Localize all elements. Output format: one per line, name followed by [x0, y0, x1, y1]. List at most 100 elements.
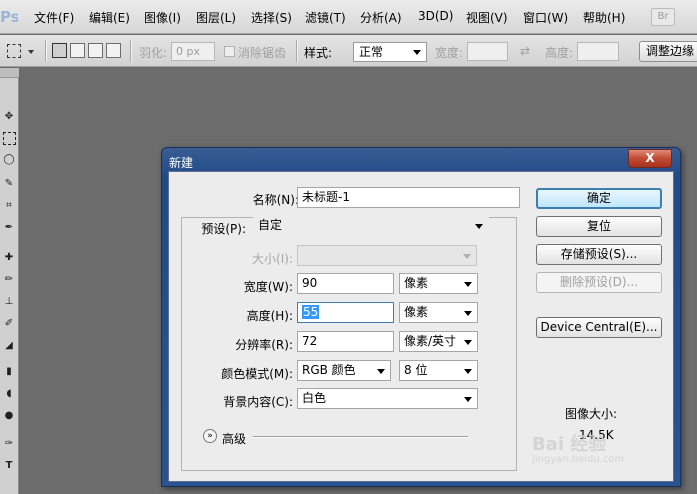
- gradient-tool-icon[interactable]: ▮: [1, 364, 17, 380]
- lasso-tool-icon[interactable]: ◯: [1, 152, 17, 168]
- background-contents-label: 背景内容(C):: [223, 395, 293, 409]
- healing-brush-tool-icon[interactable]: ✚: [1, 250, 17, 266]
- bit-depth-value: 8 位: [404, 363, 428, 377]
- photoshop-logo: Ps: [0, 8, 18, 26]
- height-input-value: 55: [302, 305, 320, 319]
- height-label: 高度(H):: [246, 309, 293, 323]
- type-tool-icon[interactable]: T: [1, 458, 17, 474]
- chevron-down-icon: [413, 50, 421, 55]
- reset-button[interactable]: 复位: [536, 216, 662, 237]
- menu-layer[interactable]: 图层(L): [196, 9, 236, 26]
- watermark: Bai 经验 jingyan.baidu.com: [532, 430, 624, 465]
- menu-image[interactable]: 图像(I): [144, 9, 181, 26]
- antialias-checkbox[interactable]: [224, 46, 235, 57]
- chevron-down-icon: [464, 282, 472, 287]
- style-label: 样式:: [304, 46, 333, 60]
- menu-help[interactable]: 帮助(H): [583, 9, 625, 26]
- menu-select[interactable]: 选择(S): [251, 9, 292, 26]
- chevron-down-icon: [475, 224, 483, 229]
- antialias-label: 消除锯齿: [238, 46, 287, 60]
- feather-input[interactable]: 0 px: [171, 42, 215, 61]
- marquee-tool-icon[interactable]: [7, 44, 21, 58]
- resolution-input[interactable]: 72: [297, 331, 394, 352]
- brush-tool-icon[interactable]: ✏: [1, 272, 17, 288]
- width-label: 宽度:: [435, 46, 464, 60]
- image-size-label: 图像大小:: [565, 407, 618, 421]
- chevron-down-icon: [464, 369, 472, 374]
- eyedropper-tool-icon[interactable]: ✒: [1, 220, 17, 236]
- refine-edge-button[interactable]: 调整边缘: [639, 41, 697, 62]
- menu-window[interactable]: 窗口(W): [523, 9, 568, 26]
- menu-filter[interactable]: 滤镜(T): [305, 9, 346, 26]
- ok-button[interactable]: 确定: [536, 188, 662, 209]
- width-unit-select[interactable]: 像素: [399, 273, 478, 294]
- chevron-down-icon: [464, 340, 472, 345]
- tools-panel: ✥ ◯ ✎ ⌗ ✒ ✚ ✏ ⊥ ✐ ◢ ▮ ◖ ● ✑ T: [0, 68, 19, 494]
- advanced-label[interactable]: 高级: [222, 430, 246, 447]
- height-unit-select[interactable]: 像素: [399, 302, 478, 323]
- intersect-selection-icon[interactable]: [106, 43, 121, 58]
- background-contents-value: 白色: [302, 391, 327, 405]
- watermark-url: jingyan.baidu.com: [532, 454, 625, 465]
- background-contents-select[interactable]: 白色: [297, 388, 478, 409]
- watermark-text: Bai 经验: [532, 434, 607, 455]
- panel-grip[interactable]: [0, 68, 19, 78]
- menu-analysis[interactable]: 分析(A): [360, 9, 402, 26]
- width-input[interactable]: [467, 42, 508, 61]
- eraser-tool-icon[interactable]: ◢: [1, 338, 17, 354]
- tool-preset-dropdown-icon[interactable]: [28, 50, 34, 54]
- delete-preset-button: 删除预设(D)...: [536, 272, 662, 293]
- height-unit-value: 像素: [404, 305, 429, 319]
- history-brush-tool-icon[interactable]: ✐: [1, 316, 17, 332]
- height-input[interactable]: 55: [297, 302, 394, 323]
- clone-stamp-tool-icon[interactable]: ⊥: [1, 294, 17, 310]
- size-select: [297, 245, 477, 266]
- preset-select[interactable]: 自定: [253, 215, 489, 236]
- chevron-down-icon: [463, 254, 471, 259]
- menu-view[interactable]: 视图(V): [466, 9, 508, 26]
- options-bar: 羽化: 0 px 消除锯齿 样式: 正常 宽度: ⇄ 高度: 调整边缘: [0, 35, 697, 67]
- color-mode-value: RGB 颜色: [302, 363, 356, 377]
- name-input[interactable]: 未标题-1: [297, 187, 520, 208]
- style-select[interactable]: 正常: [353, 42, 427, 62]
- width-input[interactable]: 90: [297, 273, 394, 294]
- dialog-title: 新建: [169, 156, 194, 170]
- preset-select-value: 自定: [258, 218, 283, 232]
- height-label: 高度:: [545, 46, 574, 60]
- feather-label: 羽化:: [139, 46, 168, 60]
- resolution-label: 分辨率(R):: [235, 338, 293, 352]
- advanced-toggle-icon[interactable]: »: [203, 429, 217, 443]
- swap-icon: ⇄: [520, 44, 531, 58]
- resolution-unit-select[interactable]: 像素/英寸: [399, 331, 478, 352]
- width-label: 宽度(W):: [243, 280, 293, 294]
- menu-bar: Ps 文件(F) 编辑(E) 图像(I) 图层(L) 选择(S) 滤镜(T) 分…: [0, 0, 697, 34]
- chevron-down-icon: [464, 397, 472, 402]
- close-icon: X: [645, 151, 655, 165]
- add-to-selection-icon[interactable]: [70, 43, 85, 58]
- save-preset-button[interactable]: 存储预设(S)...: [536, 244, 662, 265]
- menu-3d[interactable]: 3D(D): [418, 9, 453, 23]
- crop-tool-icon[interactable]: ⌗: [1, 198, 17, 214]
- width-unit-value: 像素: [404, 276, 429, 290]
- chevron-down-icon: [464, 311, 472, 316]
- close-button[interactable]: X: [628, 149, 672, 168]
- style-select-value: 正常: [359, 45, 384, 59]
- subtract-from-selection-icon[interactable]: [88, 43, 103, 58]
- quick-select-tool-icon[interactable]: ✎: [1, 176, 17, 192]
- color-mode-label: 颜色模式(M):: [221, 367, 293, 381]
- menu-edit[interactable]: 编辑(E): [89, 9, 130, 26]
- device-central-button[interactable]: Device Central(E)...: [536, 317, 662, 338]
- rect-marquee-tool-icon[interactable]: [3, 132, 16, 145]
- advanced-divider: [253, 436, 468, 438]
- bit-depth-select[interactable]: 8 位: [399, 360, 478, 381]
- move-tool-icon[interactable]: ✥: [1, 109, 17, 125]
- bridge-button[interactable]: Br: [651, 8, 675, 26]
- blur-tool-icon[interactable]: ◖: [1, 386, 17, 402]
- new-selection-icon[interactable]: [52, 43, 67, 58]
- resolution-unit-value: 像素/英寸: [404, 334, 457, 348]
- pen-tool-icon[interactable]: ✑: [1, 436, 17, 452]
- color-mode-select[interactable]: RGB 颜色: [297, 360, 391, 381]
- dodge-tool-icon[interactable]: ●: [1, 408, 17, 424]
- menu-file[interactable]: 文件(F): [34, 9, 74, 26]
- height-input[interactable]: [577, 42, 619, 61]
